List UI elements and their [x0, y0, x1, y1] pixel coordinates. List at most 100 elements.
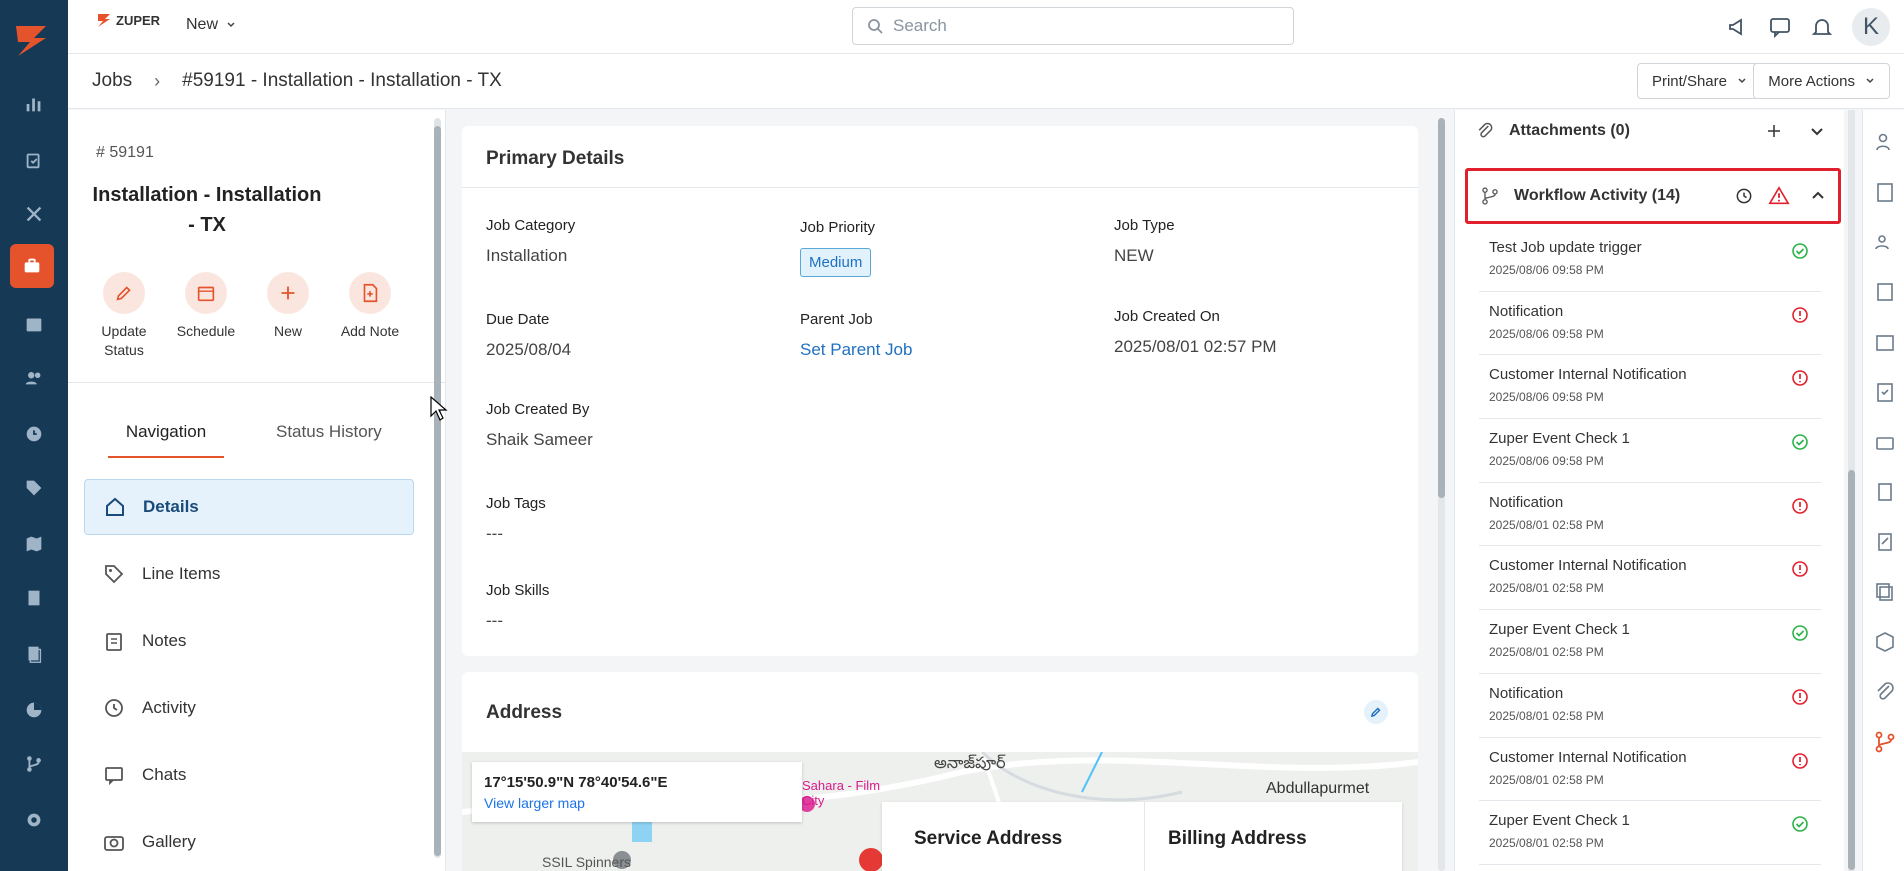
field-value: 2025/08/01 02:57 PM [1114, 337, 1277, 356]
main-scrollbar[interactable] [1438, 118, 1445, 871]
requests-icon[interactable] [14, 140, 54, 180]
more-actions-button[interactable]: More Actions [1753, 63, 1890, 99]
tab-navigation[interactable]: Navigation [108, 422, 224, 458]
asset-icon[interactable] [1873, 630, 1897, 654]
chevron-up-icon[interactable] [1810, 188, 1826, 204]
view-larger-map-link[interactable]: View larger map [484, 795, 790, 811]
workflow-icon[interactable] [14, 744, 54, 784]
map-icon[interactable] [14, 524, 54, 564]
new-button[interactable]: New [248, 272, 328, 341]
workflow-activity-item[interactable]: Customer Internal Notification 2025/08/01… [1479, 546, 1821, 611]
success-check-icon [1792, 816, 1808, 832]
left-panel-scrollbar[interactable] [434, 118, 441, 858]
user-avatar[interactable]: K [1852, 8, 1890, 46]
quote-icon[interactable] [1873, 530, 1897, 554]
nav-item-chats[interactable]: Chats [84, 747, 414, 803]
calendar-icon[interactable] [14, 304, 54, 344]
workflow-item-name: Zuper Event Check 1 [1489, 812, 1630, 830]
set-parent-job-link[interactable]: Set Parent Job [800, 340, 912, 360]
workflow-activity-item[interactable]: Test Job update trigger 2025/08/06 09:58 … [1479, 228, 1821, 292]
new-menu[interactable]: New [186, 16, 236, 34]
workflow-activity-item[interactable]: Zuper Event Check 1 2025/08/06 09:58 PM [1479, 419, 1821, 483]
job-summary-panel: # 59191 Installation - Installation - TX… [68, 110, 446, 871]
plus-icon[interactable] [1765, 122, 1783, 140]
nav-item-notes[interactable]: Notes [84, 613, 414, 669]
nav-item-gallery[interactable]: Gallery [84, 814, 414, 870]
history-icon [105, 699, 123, 717]
paperclip-icon[interactable] [1873, 680, 1897, 704]
tab-status-history[interactable]: Status History [276, 422, 382, 458]
workflow-activity-item[interactable]: Customer Internal Notification 2025/08/06… [1479, 355, 1821, 420]
notification-bell-icon[interactable] [1810, 15, 1834, 39]
job-priority-field: Job Priority Medium [800, 219, 875, 277]
workflow-activity-item[interactable]: Zuper Event Check 1 2025/08/01 02:58 PM [1479, 610, 1821, 674]
breadcrumb-jobs-link[interactable]: Jobs [92, 70, 132, 92]
job-number: # 59191 [96, 144, 154, 161]
chevron-down-icon[interactable] [1809, 123, 1825, 139]
customers-icon[interactable] [14, 358, 54, 398]
field-label: Job Tags [486, 495, 546, 512]
schedule-button[interactable]: Schedule [166, 272, 246, 341]
new-label: New [273, 323, 302, 339]
pricing-tag-icon[interactable] [14, 468, 54, 508]
nav-item-line-items[interactable]: Line Items [84, 546, 414, 602]
workflow-activity-item[interactable]: Zuper Event Check 1 2025/08/01 02:58 PM [1479, 801, 1821, 865]
workflow-branch-icon[interactable] [1873, 730, 1897, 754]
workflow-item-date: 2025/08/01 02:58 PM [1489, 517, 1604, 532]
nav-item-activity[interactable]: Activity [84, 680, 414, 736]
workflow-branch-icon [1482, 187, 1498, 205]
briefcase-icon[interactable] [1873, 430, 1897, 454]
print-share-button[interactable]: Print/Share [1636, 63, 1762, 99]
add-note-button[interactable]: Add Note [330, 272, 410, 341]
reports-icon[interactable] [14, 690, 54, 730]
brand-logo[interactable]: ZUPER [96, 12, 160, 28]
workflow-activity-item[interactable]: Notification 2025/08/01 02:58 PM [1479, 674, 1821, 738]
right-panel-scrollbar[interactable] [1848, 110, 1855, 871]
invoice-icon[interactable] [14, 578, 54, 618]
zuper-logo[interactable] [12, 20, 52, 60]
property-icon[interactable] [1873, 330, 1897, 354]
search-placeholder: Search [893, 16, 947, 35]
workflow-activity-item[interactable]: Notification 2025/08/01 02:58 PM [1479, 483, 1821, 547]
plus-icon [281, 286, 295, 300]
field-label: Job Type [1114, 217, 1175, 234]
contact-card-icon[interactable] [1873, 280, 1897, 304]
nav-item-details[interactable]: Details [84, 479, 414, 535]
invoice-icon[interactable] [1873, 480, 1897, 504]
edit-address-button[interactable] [1364, 700, 1388, 724]
workflow-activity-item[interactable]: Customer Internal Notification 2025/08/01… [1479, 738, 1821, 802]
nav-item-label: Activity [142, 698, 196, 717]
new-menu-label: New [186, 16, 219, 33]
job-title: Installation - Installation - TX [92, 184, 322, 236]
workflow-item-name: Zuper Event Check 1 [1489, 430, 1630, 448]
history-icon[interactable] [1734, 186, 1754, 206]
copy-icon[interactable] [1873, 580, 1897, 604]
dashboard-icon[interactable] [14, 84, 54, 124]
jobs-icon[interactable] [10, 244, 54, 288]
attachments-section[interactable]: Attachments (0) [1475, 116, 1825, 146]
chat-icon[interactable] [1768, 15, 1792, 39]
settings-icon[interactable] [14, 800, 54, 840]
workflow-activity-header[interactable]: Workflow Activity (14) [1465, 168, 1841, 224]
update-status-button[interactable]: Update Status [84, 272, 164, 360]
building-icon[interactable] [1873, 180, 1897, 204]
search-input[interactable]: Search [852, 7, 1294, 45]
announcement-icon[interactable] [1726, 15, 1750, 39]
timesheet-icon[interactable] [14, 414, 54, 454]
workflow-activity-item[interactable]: Notification 2025/08/06 09:58 PM [1479, 292, 1821, 356]
assignee-icon[interactable] [1873, 130, 1897, 154]
tag-icon [105, 565, 124, 584]
team-icon[interactable] [1873, 230, 1897, 254]
schedule-label: Schedule [176, 323, 236, 339]
checklist-icon[interactable] [1873, 380, 1897, 404]
error-alert-icon [1792, 497, 1808, 514]
nav-item-label: Details [143, 497, 199, 516]
billing-address-label: Billing Address [1168, 828, 1307, 849]
workflow-item-name: Notification [1489, 684, 1564, 702]
top-icons: K [1726, 8, 1890, 46]
tools-icon[interactable] [14, 194, 54, 234]
documents-icon[interactable] [14, 634, 54, 674]
zuper-mark-icon [98, 14, 110, 27]
warning-icon[interactable] [1768, 185, 1790, 207]
address-map[interactable]: అనాజ్‌పూర్ Sahara - Film City Abdullapur… [462, 752, 1418, 871]
